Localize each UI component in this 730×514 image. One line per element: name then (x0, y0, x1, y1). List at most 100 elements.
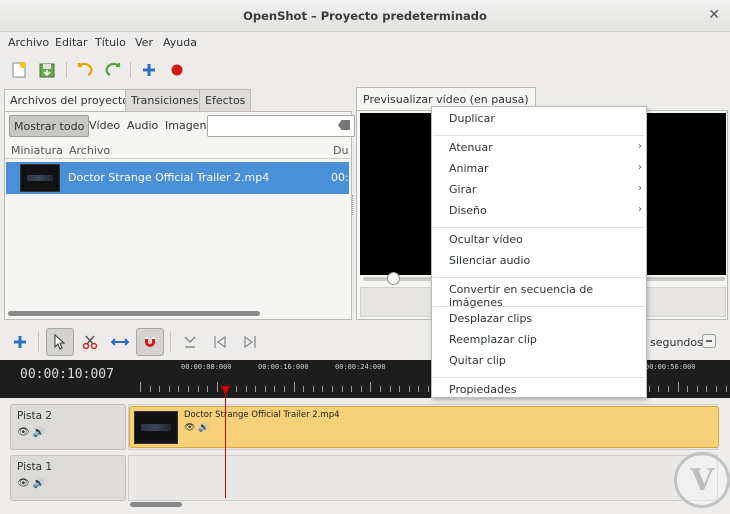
ruler-tick (217, 382, 218, 392)
move-tool-icon[interactable] (106, 328, 134, 356)
ruler-tick (370, 382, 371, 392)
menu-item-duplicar[interactable]: Duplicar (449, 112, 645, 125)
save-project-icon[interactable] (36, 59, 58, 81)
toolbar-separator (38, 332, 39, 352)
timeline-clip[interactable]: Doctor Strange Official Trailer 2.mp4 👁 … (129, 406, 719, 448)
menu-item-girar[interactable]: Girar (449, 183, 645, 196)
ruler-tick (697, 386, 698, 392)
menu-separator (433, 277, 645, 278)
watermark-logo: V (674, 452, 730, 508)
ruler-tick (716, 386, 717, 392)
toolbar-separator (170, 332, 171, 352)
ruler-tick (274, 386, 275, 392)
menu-item-reemplazar-clip[interactable]: Reemplazar clip (449, 333, 645, 346)
timeline-scrollbar[interactable] (130, 502, 182, 507)
track-lane[interactable] (128, 455, 718, 501)
seek-handle[interactable] (387, 272, 400, 285)
menu-item-atenuar[interactable]: Atenuar (449, 141, 645, 154)
ruler-tick (390, 386, 391, 392)
column-duration[interactable]: Du (333, 144, 348, 157)
project-files-panel: Mostrar todo Vídeo Audio Imagen Miniatur… (4, 111, 355, 320)
clip-visibility-audio-icons: 👁 🔊 (184, 423, 210, 433)
record-icon[interactable] (166, 59, 188, 81)
file-thumbnail (20, 164, 60, 192)
search-input[interactable] (207, 115, 355, 137)
ruler-tick (294, 382, 295, 392)
playhead-line[interactable] (225, 386, 226, 498)
menu-item-diseño[interactable]: Diseño (449, 204, 645, 217)
menu-archivo[interactable]: Archivo (8, 36, 49, 49)
menu-item-silenciar-audio[interactable]: Silenciar audio (449, 254, 645, 267)
track-header[interactable]: Pista 1 👁 🔊 (10, 455, 126, 501)
menu-titulo[interactable]: Título (95, 36, 126, 49)
ruler-tick (687, 386, 688, 392)
track-lane[interactable]: Doctor Strange Official Trailer 2.mp4 👁 … (128, 404, 719, 450)
ruler-tick (265, 386, 266, 392)
ruler-tick (150, 386, 151, 392)
ruler-tick (649, 386, 650, 392)
ruler-tick (188, 386, 189, 392)
app-window: OpenShot – Proyecto predeterminado ✕ Arc… (0, 0, 730, 514)
ruler-tick (361, 386, 362, 392)
ruler-label: 00:00:08:000 (181, 363, 232, 371)
window-title: OpenShot – Proyecto predeterminado (243, 9, 487, 23)
menu-ver[interactable]: Ver (135, 36, 153, 49)
menu-item-desplazar-clips[interactable]: Desplazar clips (449, 312, 645, 325)
chevron-right-icon: › (638, 162, 642, 173)
horizontal-scrollbar[interactable] (8, 311, 260, 316)
ruler-tick (668, 386, 669, 392)
menu-item-quitar-clip[interactable]: Quitar clip (449, 354, 645, 367)
menu-item-ocultar-vídeo[interactable]: Ocultar vídeo (449, 233, 645, 246)
add-track-icon[interactable] (6, 328, 34, 356)
zoom-out-button[interactable] (702, 334, 716, 348)
add-marker-icon[interactable] (176, 328, 204, 356)
next-marker-icon[interactable] (236, 328, 264, 356)
ruler-tick (342, 386, 343, 392)
track-row: Pista 2 👁 🔊 Doctor Strange Official Trai… (10, 404, 719, 452)
ruler-tick (351, 386, 352, 392)
track-name: Pista 1 (17, 461, 53, 473)
tab-effects[interactable]: Efectos (199, 89, 252, 111)
chevron-right-icon: › (638, 141, 642, 152)
filter-video[interactable]: Vídeo (85, 115, 124, 137)
tab-project-files[interactable]: Archivos del proyecto (4, 89, 136, 112)
column-thumbnail[interactable]: Miniatura (11, 144, 63, 157)
ruler-tick (140, 382, 141, 392)
ruler-tick (198, 386, 199, 392)
track-visibility-audio-icons[interactable]: 👁 🔊 (17, 427, 45, 438)
ruler-tick (658, 386, 659, 392)
menu-separator (433, 135, 645, 136)
clear-search-icon[interactable] (338, 120, 350, 130)
ruler-tick (706, 386, 707, 392)
column-file[interactable]: Archivo (69, 144, 110, 157)
tab-transitions[interactable]: Transiciones (125, 89, 205, 111)
ruler-tick (380, 386, 381, 392)
track-visibility-audio-icons[interactable]: 👁 🔊 (17, 478, 45, 489)
ruler-tick (313, 386, 314, 392)
new-project-icon[interactable] (8, 59, 30, 81)
filter-show-all[interactable]: Mostrar todo (9, 115, 90, 137)
snap-magnet-icon[interactable] (136, 328, 164, 356)
ruler-tick (236, 386, 237, 392)
menu-ayuda[interactable]: Ayuda (163, 36, 197, 49)
add-track-icon[interactable] (138, 59, 160, 81)
clip-context-menu: Duplicar Atenuar › Animar › Girar › Diseño › Ocul… (431, 106, 647, 398)
file-row[interactable]: Doctor Strange Official Trailer 2.mp4 00… (6, 162, 349, 194)
menu-editar[interactable]: Editar (55, 36, 88, 49)
previous-marker-icon[interactable] (206, 328, 234, 356)
close-icon[interactable]: ✕ (708, 7, 720, 23)
undo-icon[interactable] (74, 59, 96, 81)
razor-tool-icon[interactable] (76, 328, 104, 356)
track-header[interactable]: Pista 2 👁 🔊 (10, 404, 126, 450)
ruler-tick (159, 386, 160, 392)
menu-item-propiedades[interactable]: Propiedades (449, 383, 645, 396)
menu-bar: Archivo Editar Título Ver Ayuda (0, 32, 730, 54)
redo-icon[interactable] (102, 59, 124, 81)
ruler-label: 00:00:16:000 (258, 363, 309, 371)
pointer-tool-icon[interactable] (46, 328, 74, 356)
file-duration: 00: (331, 171, 349, 184)
filter-image[interactable]: Imagen (161, 115, 210, 137)
ruler-label: 00:00:56:000 (645, 363, 696, 371)
menu-item-animar[interactable]: Animar (449, 162, 645, 175)
filter-audio[interactable]: Audio (123, 115, 162, 137)
